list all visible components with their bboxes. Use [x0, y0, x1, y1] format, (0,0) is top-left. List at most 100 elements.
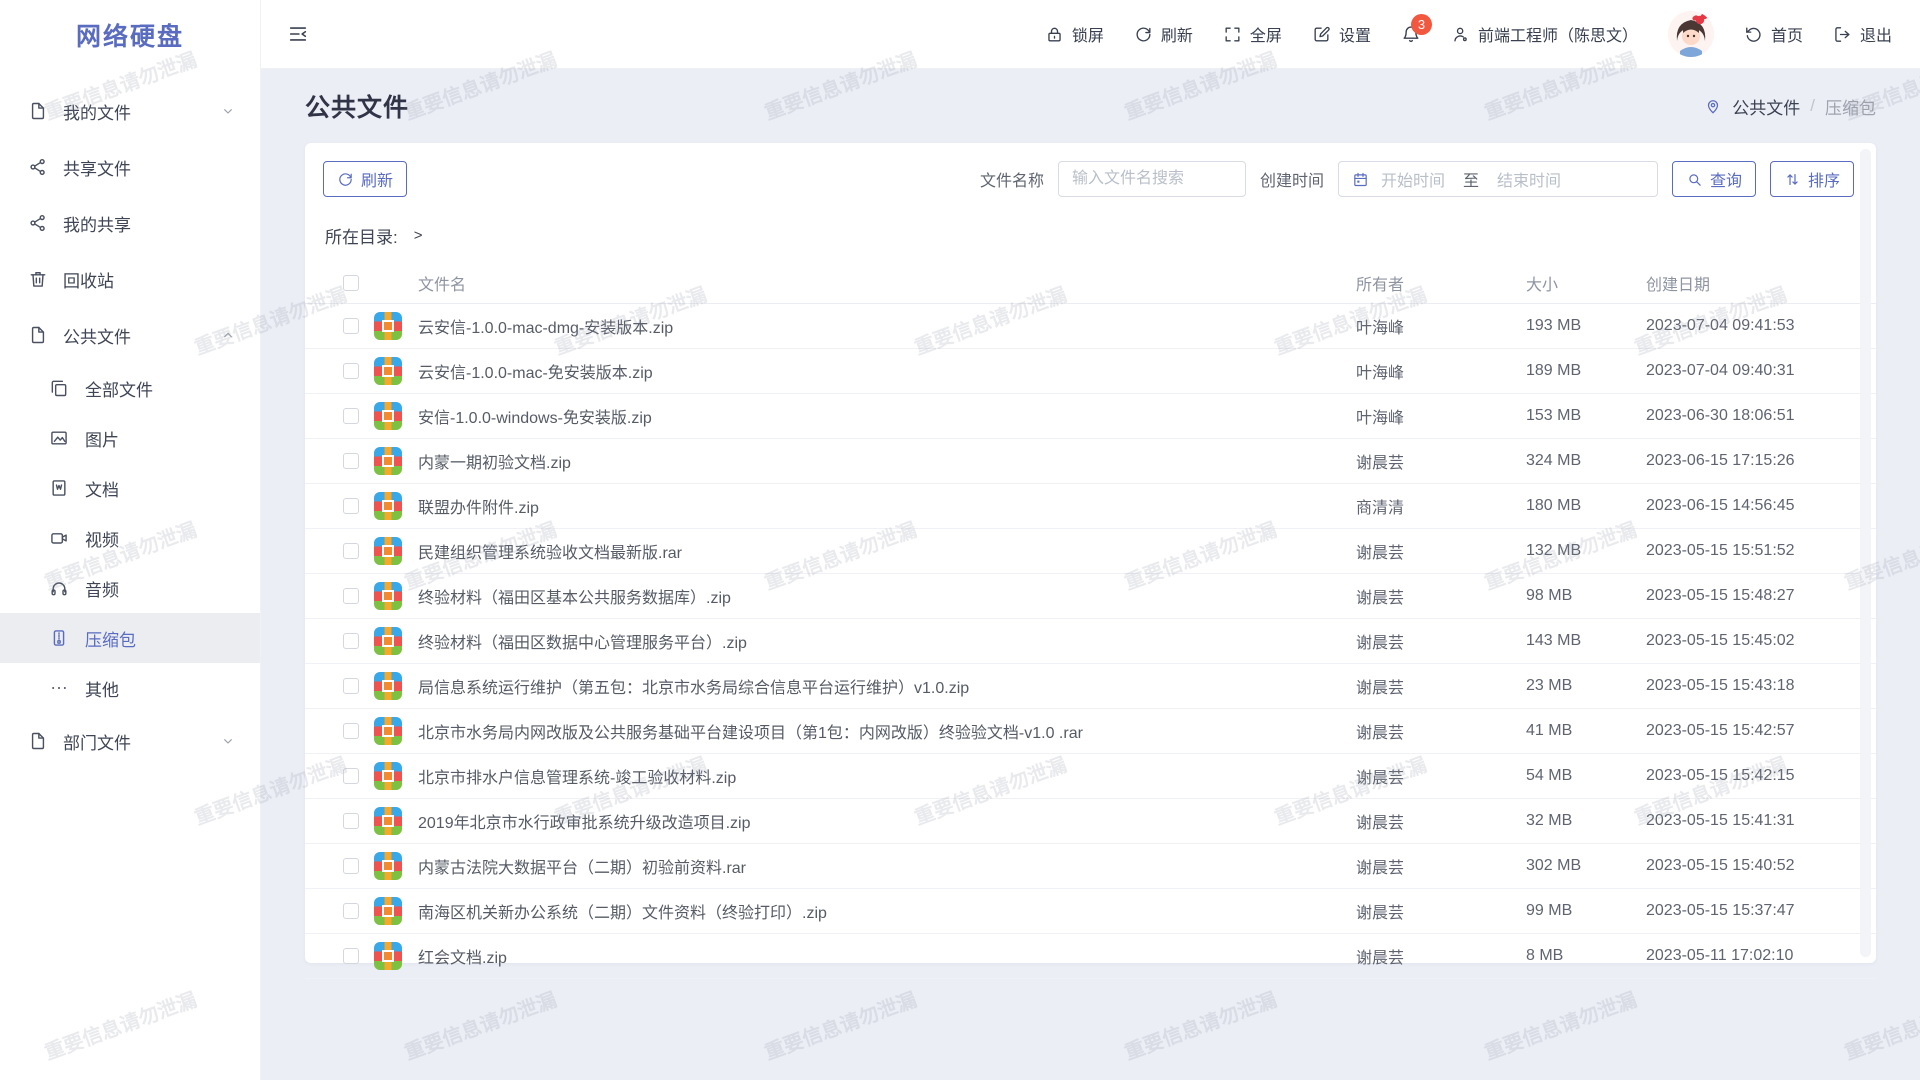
- file-name[interactable]: 红会文档.zip: [418, 944, 1356, 968]
- sidebar-item-label: 共享文件: [63, 155, 131, 180]
- file-name[interactable]: 局信息系统运行维护（第五包：北京市水务局综合信息平台运行维护）v1.0.zip: [418, 674, 1356, 698]
- sidebar-item[interactable]: 回收站: [0, 251, 260, 307]
- copy-icon: [49, 378, 69, 398]
- sidebar-item[interactable]: 共享文件: [0, 139, 260, 195]
- row-checkbox[interactable]: [343, 318, 359, 334]
- row-checkbox[interactable]: [343, 678, 359, 694]
- table-row[interactable]: 北京市水务局内网改版及公共服务基础平台建设项目（第1包：内网改版）终验验文档-v…: [305, 709, 1876, 754]
- breadcrumb-parent[interactable]: 公共文件: [1732, 94, 1800, 119]
- sidebar-item[interactable]: 我的共享: [0, 195, 260, 251]
- file-owner: 谢晨芸: [1356, 449, 1526, 473]
- row-checkbox[interactable]: [343, 453, 359, 469]
- zip-file-icon: [374, 762, 402, 790]
- table-row[interactable]: 南海区机关新办公系统（二期）文件资料（终验打印）.zip谢晨芸99 MB2023…: [305, 889, 1876, 934]
- zip-file-icon: [374, 402, 402, 430]
- date-range-picker[interactable]: 开始时间 至 结束时间: [1338, 161, 1658, 197]
- table-row[interactable]: 云安信-1.0.0-mac-免安装版本.zip叶海峰189 MB2023-07-…: [305, 349, 1876, 394]
- sort-button[interactable]: 排序: [1770, 161, 1854, 197]
- sidebar-subitem[interactable]: 音频: [0, 563, 260, 613]
- file-size: 32 MB: [1526, 812, 1646, 830]
- table-row[interactable]: 局信息系统运行维护（第五包：北京市水务局综合信息平台运行维护）v1.0.zip谢…: [305, 664, 1876, 709]
- table-row[interactable]: 云安信-1.0.0-mac-dmg-安装版本.zip叶海峰193 MB2023-…: [305, 304, 1876, 349]
- table-row[interactable]: 终验材料（福田区数据中心管理服务平台）.zip谢晨芸143 MB2023-05-…: [305, 619, 1876, 664]
- refresh-list-button[interactable]: 刷新: [323, 161, 407, 197]
- file-name[interactable]: 云安信-1.0.0-mac-免安装版本.zip: [418, 359, 1356, 383]
- avatar[interactable]: [1668, 11, 1714, 57]
- file-name[interactable]: 内蒙一期初验文档.zip: [418, 449, 1356, 473]
- file-owner: 谢晨芸: [1356, 809, 1526, 833]
- file-name[interactable]: 终验材料（福田区基本公共服务数据库）.zip: [418, 584, 1356, 608]
- lock-screen-button[interactable]: 锁屏: [1045, 22, 1104, 46]
- table-row[interactable]: 终验材料（福田区基本公共服务数据库）.zip谢晨芸98 MB2023-05-15…: [305, 574, 1876, 619]
- file-name[interactable]: 联盟办件附件.zip: [418, 494, 1356, 518]
- file-name[interactable]: 云安信-1.0.0-mac-dmg-安装版本.zip: [418, 314, 1356, 338]
- row-checkbox[interactable]: [343, 813, 359, 829]
- home-button[interactable]: 首页: [1744, 22, 1803, 46]
- file-size: 189 MB: [1526, 362, 1646, 380]
- row-checkbox[interactable]: [343, 408, 359, 424]
- table-row[interactable]: 内蒙一期初验文档.zip谢晨芸324 MB2023-06-15 17:15:26: [305, 439, 1876, 484]
- refresh-button[interactable]: 刷新: [1134, 22, 1193, 46]
- sidebar-subitem[interactable]: 图片: [0, 413, 260, 463]
- table-row[interactable]: 红会文档.zip谢晨芸8 MB2023-05-11 17:02:10: [305, 934, 1876, 979]
- table-row[interactable]: 联盟办件附件.zip商清清180 MB2023-06-15 14:56:45: [305, 484, 1876, 529]
- sidebar-subitem[interactable]: 其他: [0, 663, 260, 713]
- row-checkbox[interactable]: [343, 543, 359, 559]
- sidebar-subitem[interactable]: 视频: [0, 513, 260, 563]
- zip-icon: [49, 628, 69, 648]
- sidebar-subitem[interactable]: 压缩包: [0, 613, 260, 663]
- sidebar-item-label: 公共文件: [63, 323, 131, 348]
- row-checkbox[interactable]: [343, 858, 359, 874]
- file-size: 143 MB: [1526, 632, 1646, 650]
- file-name[interactable]: 2019年北京市水行政审批系统升级改造项目.zip: [418, 809, 1356, 833]
- row-checkbox[interactable]: [343, 588, 359, 604]
- file-name[interactable]: 安信-1.0.0-windows-免安装版.zip: [418, 404, 1356, 428]
- table-row[interactable]: 2019年北京市水行政审批系统升级改造项目.zip谢晨芸32 MB2023-05…: [305, 799, 1876, 844]
- row-checkbox[interactable]: [343, 723, 359, 739]
- table-row[interactable]: 北京市排水户信息管理系统-竣工验收材料.zip谢晨芸54 MB2023-05-1…: [305, 754, 1876, 799]
- file-icon: [28, 101, 48, 121]
- zip-file-icon: [374, 897, 402, 925]
- row-checkbox[interactable]: [343, 948, 359, 964]
- file-name[interactable]: 终验材料（福田区数据中心管理服务平台）.zip: [418, 629, 1356, 653]
- file-name[interactable]: 北京市水务局内网改版及公共服务基础平台建设项目（第1包：内网改版）终验验文档-v…: [418, 719, 1356, 743]
- app-logo: 网络硬盘: [0, 0, 260, 69]
- sidebar-subitem-label: 文档: [85, 476, 119, 501]
- logout-button[interactable]: 退出: [1833, 22, 1892, 46]
- table-row[interactable]: 内蒙古法院大数据平台（二期）初验前资料.rar谢晨芸302 MB2023-05-…: [305, 844, 1876, 889]
- sidebar-subitem[interactable]: 全部文件: [0, 363, 260, 413]
- sidebar-item[interactable]: 部门文件: [0, 713, 260, 769]
- row-checkbox[interactable]: [343, 903, 359, 919]
- sidebar-item[interactable]: 公共文件: [0, 307, 260, 363]
- scrollbar[interactable]: [1860, 149, 1871, 957]
- file-name[interactable]: 民建组织管理系统验收文档最新版.rar: [418, 539, 1356, 563]
- row-checkbox[interactable]: [343, 498, 359, 514]
- sidebar-subitem-label: 音频: [85, 576, 119, 601]
- sidebar-item[interactable]: 我的文件: [0, 83, 260, 139]
- sidebar-subitem-label: 图片: [85, 426, 119, 451]
- collapse-sidebar-icon[interactable]: [287, 23, 309, 45]
- fullscreen-button[interactable]: 全屏: [1223, 22, 1282, 46]
- row-checkbox[interactable]: [343, 633, 359, 649]
- table-row[interactable]: 民建组织管理系统验收文档最新版.rar谢晨芸132 MB2023-05-15 1…: [305, 529, 1876, 574]
- file-name-label: 文件名称: [980, 167, 1044, 191]
- sidebar-subitem[interactable]: 文档: [0, 463, 260, 513]
- row-checkbox[interactable]: [343, 363, 359, 379]
- zip-file-icon: [374, 942, 402, 970]
- file-owner: 商清清: [1356, 494, 1526, 518]
- select-all-checkbox[interactable]: [343, 275, 359, 291]
- avatar-image: [1668, 11, 1714, 57]
- file-name[interactable]: 北京市排水户信息管理系统-竣工验收材料.zip: [418, 764, 1356, 788]
- calendar-icon: [1352, 171, 1369, 188]
- table-row[interactable]: 安信-1.0.0-windows-免安装版.zip叶海峰153 MB2023-0…: [305, 394, 1876, 439]
- file-name[interactable]: 内蒙古法院大数据平台（二期）初验前资料.rar: [418, 854, 1356, 878]
- row-checkbox[interactable]: [343, 768, 359, 784]
- page-title: 公共文件: [305, 88, 409, 124]
- query-button[interactable]: 查询: [1672, 161, 1756, 197]
- settings-button[interactable]: 设置: [1312, 22, 1371, 46]
- sidebar-subitem-label: 其他: [85, 676, 119, 701]
- file-name-input[interactable]: [1058, 161, 1246, 197]
- user-menu[interactable]: 前端工程师（陈思文）: [1451, 22, 1638, 46]
- notifications-button[interactable]: 3: [1401, 24, 1421, 44]
- file-name[interactable]: 南海区机关新办公系统（二期）文件资料（终验打印）.zip: [418, 899, 1356, 923]
